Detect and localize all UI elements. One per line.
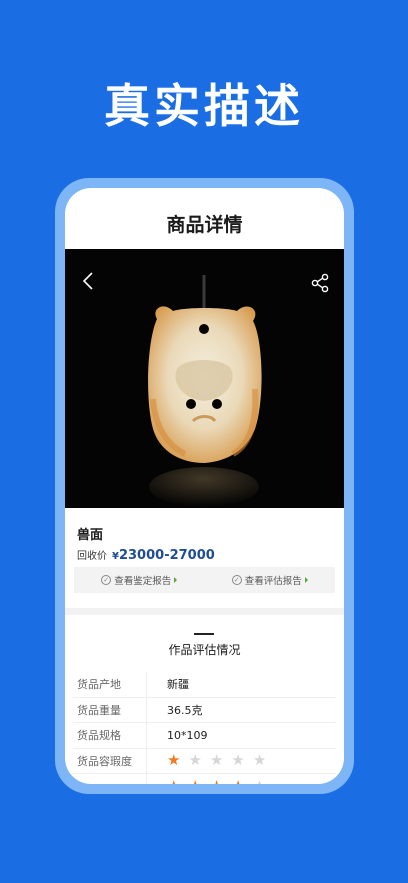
chevron-left-icon xyxy=(82,272,93,290)
table-row: 货品容瑕度 ★ ★ ★ ★ ★ xyxy=(73,748,336,774)
star-icon: ★ xyxy=(209,751,224,770)
rating-stars: ★ ★ ★ ★ ★ xyxy=(147,778,274,784)
view-evaluation-report-link[interactable]: ✓ 查看评估报告 xyxy=(231,573,308,587)
headline: 真实描述 xyxy=(104,79,304,133)
row-key: 货品规格 xyxy=(73,723,147,748)
phone-screen: 商品详情 兽面 回收价 ¥ 23000-27000 ✓ 查看鉴定报告 ✓ 查看评… xyxy=(65,188,344,784)
row-key xyxy=(73,774,147,784)
star-icon: ★ xyxy=(167,778,180,784)
evaluation-table: 货品产地 新疆 货品重量 36.5克 货品规格 10*109 货品容瑕度 ★ ★ ★… xyxy=(73,672,336,784)
rating-stars: ★ ★ ★ ★ ★ xyxy=(147,753,274,768)
section-title: 作品评估情况 xyxy=(168,643,241,657)
page-title: 商品详情 xyxy=(166,214,243,236)
report-link-label: 查看鉴定报告 xyxy=(114,576,172,587)
table-row: ★ ★ ★ ★ ★ xyxy=(73,774,336,784)
jade-pendant-image xyxy=(148,275,262,507)
table-row: 货品产地 新疆 xyxy=(73,672,336,698)
star-icon: ★ xyxy=(252,751,267,770)
table-row: 货品规格 10*109 xyxy=(73,723,336,749)
arrow-right-icon xyxy=(304,577,308,583)
star-icon: ★ xyxy=(210,778,223,784)
arrow-right-icon xyxy=(174,577,178,583)
product-image xyxy=(65,249,344,508)
row-value: 36.5克 xyxy=(167,703,203,717)
star-icon: ★ xyxy=(231,751,245,770)
check-circle-icon: ✓ xyxy=(101,575,112,585)
view-appraisal-report-link[interactable]: ✓ 查看鉴定报告 xyxy=(101,573,178,587)
row-value: 10*109 xyxy=(167,728,208,742)
price-currency: ¥ xyxy=(112,551,119,562)
table-row: 货品重量 36.5克 xyxy=(73,697,336,723)
share-icon xyxy=(311,273,329,293)
product-name: 兽面 xyxy=(77,528,104,543)
star-icon: ★ xyxy=(188,751,202,770)
price-label: 回收价 xyxy=(77,551,107,562)
row-key: 货品容瑕度 xyxy=(73,748,147,773)
section-title-dash xyxy=(194,633,214,635)
section-divider xyxy=(65,608,344,615)
check-circle-icon: ✓ xyxy=(231,575,242,585)
phone-frame: 商品详情 兽面 回收价 ¥ 23000-27000 ✓ 查看鉴定报告 ✓ 查看评… xyxy=(55,178,354,794)
report-link-label: 查看评估报告 xyxy=(244,576,302,587)
row-key: 货品产地 xyxy=(73,672,147,697)
star-icon: ★ xyxy=(188,778,201,784)
share-button[interactable] xyxy=(308,271,332,295)
price-range: 23000-27000 xyxy=(118,548,215,563)
row-value: 新疆 xyxy=(167,678,189,692)
star-icon: ★ xyxy=(253,778,266,784)
star-icon: ★ xyxy=(167,751,181,770)
star-icon: ★ xyxy=(231,778,244,784)
price-row: 回收价 ¥ 23000-27000 xyxy=(77,547,215,563)
row-key: 货品重量 xyxy=(73,697,147,722)
back-button[interactable] xyxy=(77,269,101,295)
report-bar: ✓ 查看鉴定报告 ✓ 查看评估报告 xyxy=(74,567,335,593)
